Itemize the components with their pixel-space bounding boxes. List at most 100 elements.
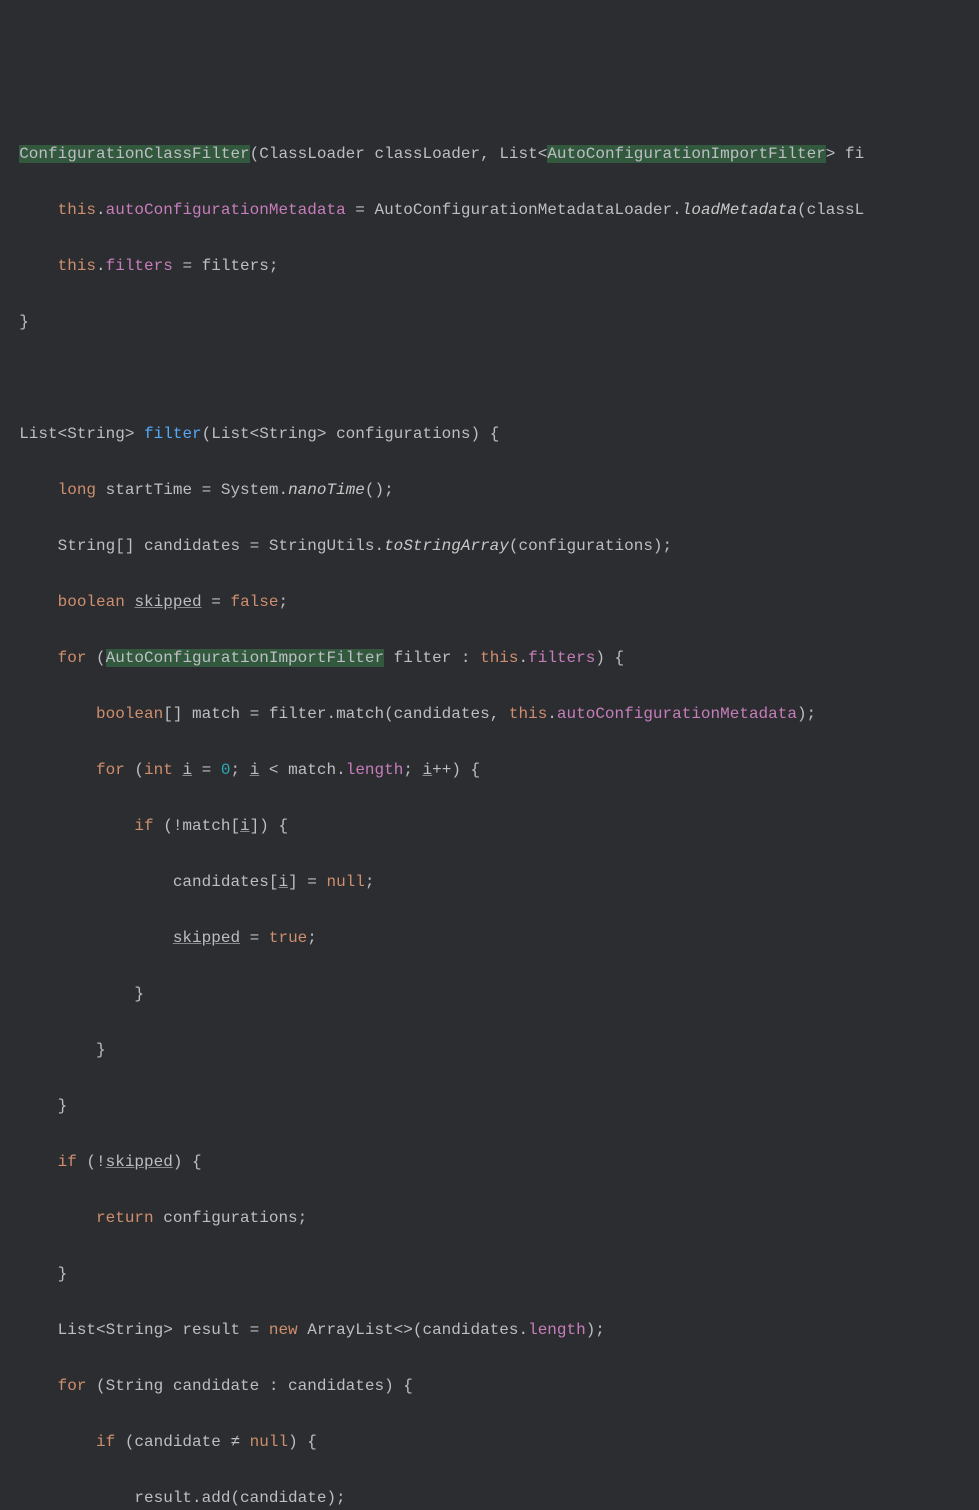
eq: = [202,593,231,611]
rest: ArrayList<>(candidates. [298,1321,528,1339]
field-ref: autoConfigurationMetadata [557,705,797,723]
code-line[interactable]: if (candidate ≠ null) { [0,1428,979,1456]
open: (! [77,1153,106,1171]
semi: ; [403,761,422,779]
keyword-for: for [96,761,125,779]
method-call: toStringArray [384,537,509,555]
code-line[interactable]: ConfigurationClassFilter(ClassLoader cla… [0,140,979,168]
keyword-this: this [58,257,96,275]
code-line[interactable]: result.add(candidate); [0,1484,979,1510]
code-line[interactable]: } [0,980,979,1008]
open: (candidate [115,1433,230,1451]
rest: [] match = filter.match(candidates, [163,705,509,723]
code-line[interactable]: List<String> result = new ArrayList<>(ca… [0,1316,979,1344]
const-true: true [269,929,307,947]
close: ) { [451,761,480,779]
code-line[interactable]: } [0,1092,979,1120]
code-line[interactable]: skipped = true; [0,924,979,952]
method-name: ConfigurationClassFilter [19,145,249,163]
close: ) { [173,1153,202,1171]
param-type: ClassLoader [259,145,365,163]
type-highlight: AutoConfigurationImportFilter [547,145,825,163]
keyword-if: if [58,1153,77,1171]
keyword-if: if [96,1433,115,1451]
code-line[interactable]: boolean[] match = filter.match(candidate… [0,700,979,728]
code-line[interactable]: String[] candidates = StringUtils.toStri… [0,532,979,560]
close: ) { [595,649,624,667]
code-line[interactable]: return configurations; [0,1204,979,1232]
number: 0 [221,761,231,779]
keyword-for: for [58,1377,87,1395]
brace: } [58,1265,68,1283]
method-call: loadMetadata [682,201,797,219]
brace: } [96,1041,106,1059]
close: ) { [288,1433,317,1451]
code-line[interactable]: for (AutoConfigurationImportFilter filte… [0,644,979,672]
pre: candidates[ [173,873,279,891]
keyword-this: this [480,649,518,667]
dot: . [672,201,682,219]
open: ( [125,761,144,779]
comma: , [480,145,499,163]
code-line[interactable]: if (!skipped) { [0,1148,979,1176]
var-i: i [423,761,433,779]
field-ref: filters [106,257,173,275]
code-line[interactable]: } [0,1036,979,1064]
keyword-int: int [144,761,173,779]
rest: configurations; [154,1209,308,1227]
code-line[interactable] [0,364,979,392]
var-skipped: skipped [134,593,201,611]
end: ); [586,1321,605,1339]
class-ref: AutoConfigurationMetadataLoader [374,201,672,219]
eq: = [192,761,221,779]
brace: } [58,1097,68,1115]
close: ]) { [250,817,288,835]
rest: = filters; [173,257,279,275]
post: ] = [288,873,326,891]
semi: ; [278,593,288,611]
brace: } [134,985,144,1003]
const-false: false [230,593,278,611]
rest: filter : [384,649,480,667]
code-line[interactable]: } [0,308,979,336]
code-line[interactable]: boolean skipped = false; [0,588,979,616]
code-line[interactable]: this.filters = filters; [0,252,979,280]
keyword-this: this [509,705,547,723]
code-line[interactable]: List<String> filter(List<String> configu… [0,420,979,448]
stmt: result.add(candidate); [134,1489,345,1507]
params: (List<String> configurations) { [202,425,500,443]
keyword-boolean: boolean [58,593,125,611]
dot: . [519,649,529,667]
const-null: null [250,1433,288,1451]
var-skipped: skipped [173,929,240,947]
code-line[interactable]: candidates[i] = null; [0,868,979,896]
semi: ; [307,929,317,947]
keyword-for: for [58,649,87,667]
field-ref: filters [528,649,595,667]
param-type: > fi [826,145,864,163]
code-line[interactable]: if (!match[i]) { [0,812,979,840]
code-line[interactable]: for (int i = 0; i < match.length; i++) { [0,756,979,784]
var-i: i [250,761,260,779]
code-line[interactable]: long startTime = System.nanoTime(); [0,476,979,504]
code-line[interactable]: } [0,1260,979,1288]
method-call: nanoTime [288,481,365,499]
operator: = [346,201,375,219]
open: ( [86,649,105,667]
semi: ; [365,873,375,891]
code-line[interactable]: for (String candidate : candidates) { [0,1372,979,1400]
dot: . [96,201,106,219]
paren: ( [250,145,260,163]
var-i: i [182,761,192,779]
inc: ++ [432,761,451,779]
keyword-this: this [58,201,96,219]
rest: (String candidate : candidates) { [86,1377,412,1395]
var-skipped: skipped [106,1153,173,1171]
code-line[interactable]: this.autoConfigurationMetadata = AutoCon… [0,196,979,224]
code-editor[interactable]: ConfigurationClassFilter(ClassLoader cla… [0,112,979,1510]
type-highlight: AutoConfigurationImportFilter [106,649,384,667]
var-i: i [278,873,288,891]
lt: < match. [259,761,345,779]
semi: ; [230,761,249,779]
param-name: classLoader [374,145,480,163]
